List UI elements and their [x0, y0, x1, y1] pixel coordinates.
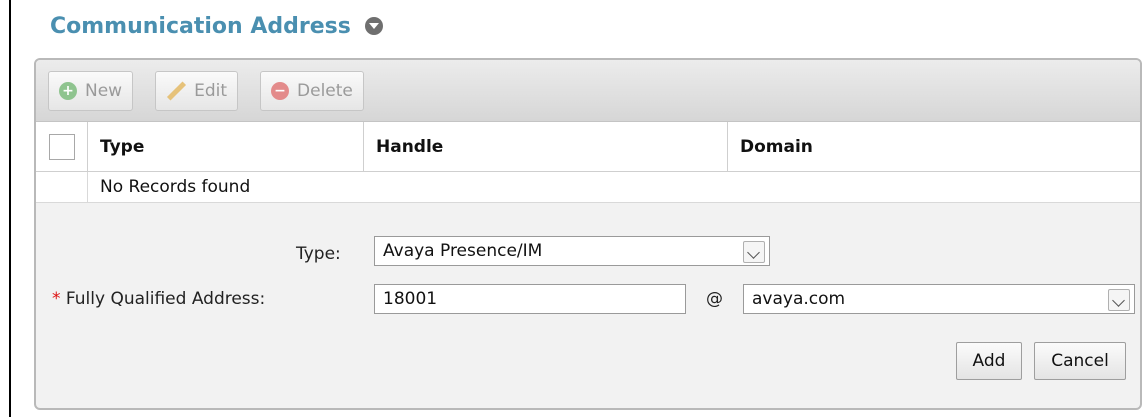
column-header-domain[interactable]: Domain — [728, 122, 1140, 171]
type-select-value: Avaya Presence/IM — [383, 241, 543, 261]
column-header-type[interactable]: Type — [88, 122, 364, 171]
delete-button[interactable]: − Delete — [260, 70, 364, 111]
edit-button[interactable]: Edit — [155, 70, 239, 111]
chevron-down-icon — [1108, 289, 1130, 311]
new-button[interactable]: + New — [48, 70, 134, 111]
domain-select[interactable]: avaya.com — [743, 284, 1135, 314]
address-label: Fully Qualified Address: — [65, 289, 266, 309]
no-records-message: No Records found — [100, 177, 251, 197]
delete-button-label: Delete — [297, 80, 353, 101]
empty-row-spacer — [36, 172, 88, 202]
section-header: Communication Address — [50, 10, 383, 42]
table-header: Type Handle Domain — [36, 122, 1140, 172]
collapse-toggle-icon[interactable] — [364, 17, 383, 35]
empty-row: No Records found — [36, 172, 1140, 203]
type-select[interactable]: Avaya Presence/IM — [374, 236, 770, 266]
address-input[interactable]: 18001 — [374, 284, 686, 314]
required-marker: * — [52, 289, 61, 309]
select-all-checkbox[interactable] — [48, 133, 75, 160]
column-header-handle[interactable]: Handle — [364, 122, 728, 171]
at-symbol: @ — [706, 289, 723, 309]
add-button[interactable]: Add — [956, 342, 1022, 380]
minus-icon: − — [271, 81, 290, 100]
edit-button-label: Edit — [194, 80, 228, 101]
address-label-group: * Fully Qualified Address: — [52, 289, 265, 309]
new-button-label: New — [85, 80, 123, 101]
cancel-button[interactable]: Cancel — [1034, 342, 1126, 380]
type-label: Type: — [296, 244, 341, 264]
address-input-value: 18001 — [383, 289, 438, 309]
chevron-down-icon — [743, 241, 765, 263]
pencil-icon — [166, 81, 186, 101]
domain-select-value: avaya.com — [752, 289, 846, 309]
select-all-cell — [36, 122, 88, 171]
plus-icon: + — [59, 81, 77, 100]
section-title: Communication Address — [50, 13, 351, 39]
page-frame-border — [9, 0, 11, 417]
toolbar: + New Edit − Delete — [36, 60, 1140, 122]
